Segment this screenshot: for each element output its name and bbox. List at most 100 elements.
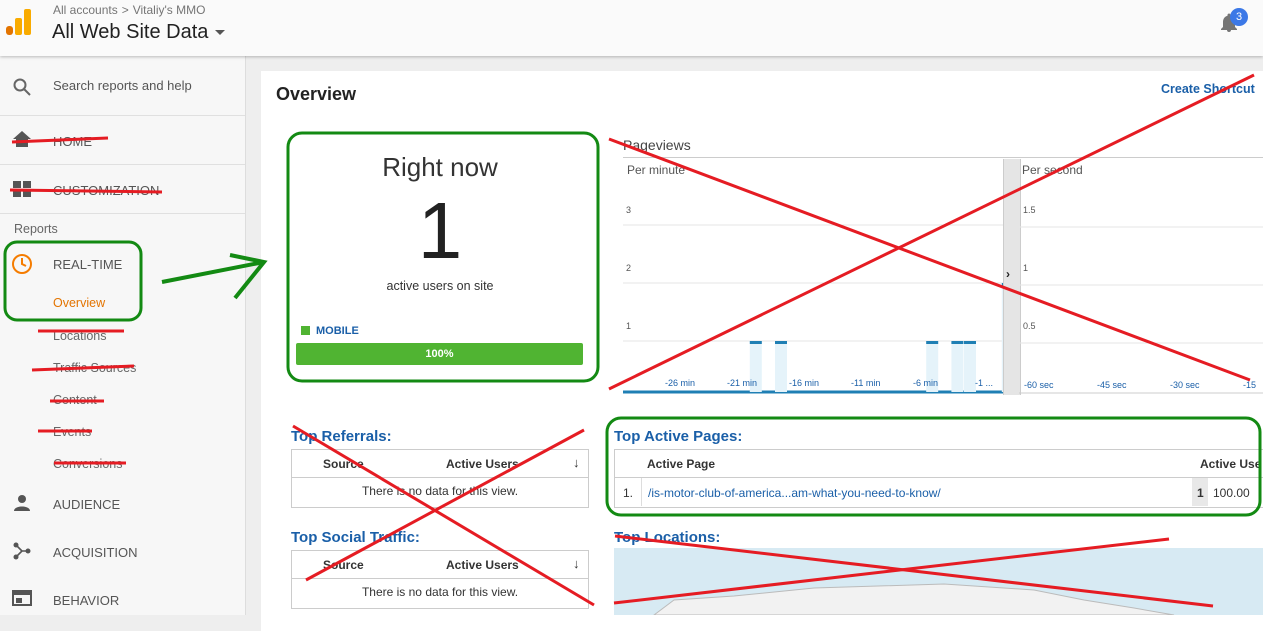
column-active-users[interactable]: Active Users [446,558,519,572]
breadcrumb[interactable]: All accounts > Vitaliy's MMO [53,3,205,17]
top-referrals-title: Top Referrals: [291,428,392,445]
top-active-pages-title: Top Active Pages: [614,428,743,445]
active-users-label: active users on site [386,279,494,293]
bar-top [964,341,976,344]
create-shortcut-link[interactable]: Create Shortcut [1161,82,1255,96]
column-source[interactable]: Source [323,457,364,471]
table-row[interactable]: 1. /is-motor-club-of-america...am-what-y… [615,478,1263,506]
reports-heading: Reports [14,222,58,236]
y-tick-label: 1 [1023,263,1028,273]
empty-message: There is no data for this view. [361,484,519,498]
search-input[interactable]: Search reports and help [53,78,192,93]
device-share-bar: 100% [296,343,583,365]
dashboard-icon[interactable] [12,180,32,198]
x-tick-label: -60 sec [1024,380,1054,390]
breadcrumb-root[interactable]: All accounts [53,3,118,17]
y-tick-label: 1.5 [1023,205,1036,215]
top-social-title: Top Social Traffic: [291,529,420,546]
bar-top [926,341,939,344]
breadcrumb-separator: > [121,3,129,17]
column-active-page[interactable]: Active Page [647,457,715,471]
property-selector[interactable]: All Web Site Data [52,21,208,44]
mobile-legend-swatch [301,326,310,335]
y-tick-label: 2 [626,263,631,273]
active-page-link[interactable]: /is-motor-club-of-america...am-what-you-… [648,486,941,500]
top-bar: All accounts > Vitaliy's MMO All Web Site … [0,0,1263,56]
sidebar-subitem-conversions[interactable]: Conversions [53,457,122,471]
sidebar-item-home[interactable]: HOME [53,134,92,149]
sidebar-item-behavior[interactable]: BEHAVIOR [53,593,119,608]
table-header: Source Active Users ↓ [292,551,588,579]
x-tick-label: -30 sec [1170,380,1200,390]
bar[interactable] [951,341,964,392]
person-icon[interactable] [12,493,32,513]
per-second-label: Per second [1022,163,1083,177]
bar-top [749,341,762,344]
search-icon[interactable] [12,77,32,97]
x-tick-label: -6 min [913,378,938,388]
analytics-logo-icon[interactable] [6,8,32,36]
chevron-right-icon[interactable]: › [1006,267,1010,281]
y-tick-label: 1 [626,321,631,331]
empty-message: There is no data for this view. [361,585,519,599]
active-users-count: 1 [417,186,463,275]
row-users: 1 [1197,486,1204,500]
column-active-users[interactable]: Active Users [446,457,519,471]
home-icon[interactable] [12,130,32,148]
sidebar-item-acquisition[interactable]: ACQUISITION [53,545,138,560]
divider [0,164,245,165]
chevron-down-icon[interactable] [215,30,225,35]
row-percent: 100.00 [1213,486,1250,500]
top-active-pages-table: Active Page Active Use 1. /is-motor-club… [614,449,1263,508]
column-source[interactable]: Source [323,558,364,572]
x-tick-label: -15 [1243,380,1256,390]
sidebar-subitem-overview[interactable]: Overview [53,296,105,310]
top-locations-title: Top Locations: [614,529,721,546]
per-second-chart: 1.5 1 0.5 -60 sec -45 sec -30 sec -15 [1019,205,1263,394]
sort-arrow-icon[interactable]: ↓ [573,556,580,571]
x-tick-label: -45 sec [1097,380,1127,390]
y-tick-label: 3 [626,205,631,215]
acquisition-icon[interactable] [12,541,32,561]
sidebar-item-realtime[interactable]: REAL-TIME [53,257,122,272]
sidebar-subitem-traffic-sources[interactable]: Traffic Sources [53,361,136,375]
behavior-icon[interactable] [12,589,32,607]
locations-map[interactable] [614,548,1263,615]
sidebar-item-audience[interactable]: AUDIENCE [53,497,120,512]
divider [0,115,245,116]
sidebar: Search reports and help HOME CUSTOMIZATI… [0,56,246,615]
x-tick-label: -16 min [789,378,819,388]
right-now-heading: Right now [382,152,498,182]
top-referrals-table: Source Active Users ↓ There is no data f… [291,449,589,508]
y-tick-label: 0.5 [1023,321,1036,331]
x-tick-label: -11 min [851,378,880,388]
per-minute-label: Per minute [627,163,686,177]
bar-top [951,341,964,344]
bar-top [775,341,787,344]
sidebar-subitem-events[interactable]: Events [53,425,91,439]
column-active-users[interactable]: Active Use [1200,457,1261,471]
sidebar-subitem-content[interactable]: Content [53,393,97,407]
sidebar-subitem-locations[interactable]: Locations [53,329,107,343]
clock-icon[interactable] [11,253,33,275]
x-tick-label: -21 min [727,378,757,388]
divider [0,213,245,214]
divider [623,157,1263,158]
table-header: Active Page Active Use [615,450,1263,478]
x-tick-label: -1 ... [975,378,993,388]
pageviews-title: Pageviews [623,137,691,153]
table-header: Source Active Users ↓ [292,450,588,478]
bar[interactable] [775,341,787,392]
sidebar-item-customization[interactable]: CUSTOMIZATION [53,183,159,198]
page-title: Overview [276,84,357,104]
map-shape [653,583,1175,615]
notification-badge[interactable]: 3 [1230,8,1248,26]
sort-arrow-icon[interactable]: ↓ [573,455,580,470]
mobile-legend-label: MOBILE [316,325,359,337]
divider [641,478,642,506]
x-tick-label: -26 min [665,378,695,388]
breadcrumb-account[interactable]: Vitaliy's MMO [133,3,206,17]
per-minute-chart: 3 2 1 -26 min -21 min -16 min -11 min -6 min -1 … [623,205,1003,394]
top-social-table: Source Active Users ↓ There is no data f… [291,550,589,609]
row-rank: 1. [623,486,634,500]
